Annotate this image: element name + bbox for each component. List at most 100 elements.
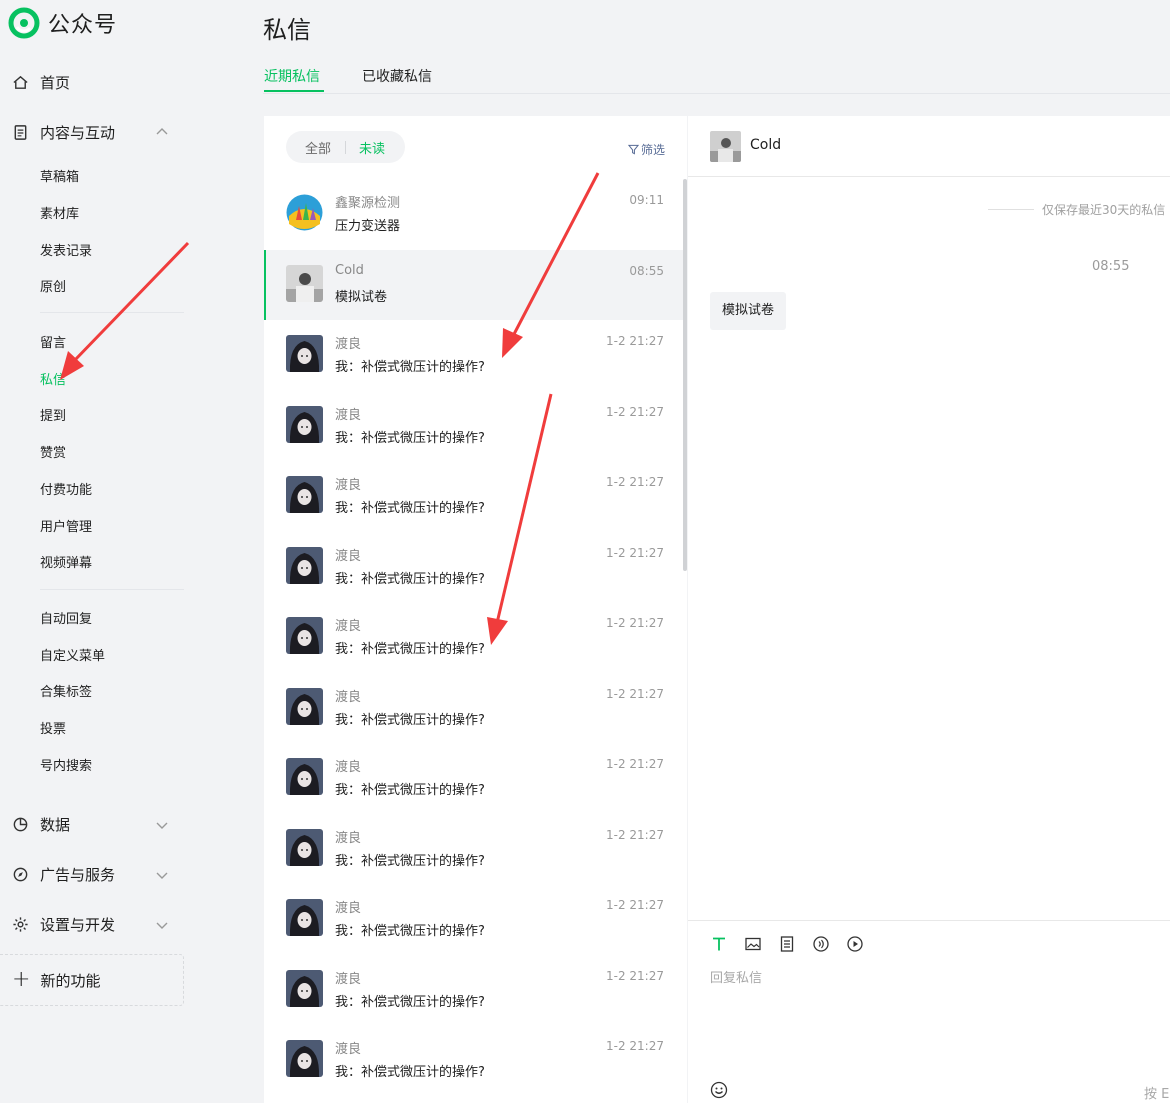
conversation-name: 渡良: [335, 830, 362, 846]
sidebar-item-user-management[interactable]: 用户管理: [40, 516, 92, 535]
conversation-name: Cold: [335, 262, 364, 278]
conversation-item[interactable]: 渡良 我：补偿式微压计的操作? 1-2 21:27: [264, 532, 683, 602]
image-icon[interactable]: [744, 935, 762, 953]
avatar: [286, 828, 323, 866]
conversation-time: 08:55: [629, 263, 664, 278]
chevron-up-icon[interactable]: [156, 126, 168, 138]
sidebar-divider: [40, 589, 184, 590]
avatar: [286, 1040, 323, 1077]
filter-separator: [345, 140, 346, 154]
conversation-item[interactable]: 渡良 我：补偿式微压计的操作? 1-2 21:27: [264, 1025, 683, 1095]
notice-line: [988, 209, 1034, 210]
conversation-item[interactable]: 渡良 我：补偿式微压计的操作? 1-2 21:27: [264, 884, 683, 954]
chevron-down-icon[interactable]: [156, 869, 168, 881]
conversation-item[interactable]: 渡良 我：补偿式微压计的操作? 1-2 21:27: [264, 955, 683, 1025]
conversation-item[interactable]: 渡良我：补偿式微压计的操作? 1-2 21:27: [264, 602, 683, 672]
conversation-preview: 我：补偿式微压计的操作?: [335, 924, 485, 939]
conversation-preview: 我：补偿式微压计的操作?: [335, 501, 485, 516]
conversation-time: 1-2 21:27: [606, 334, 664, 348]
text-icon[interactable]: [710, 935, 728, 953]
filter-button[interactable]: 筛选: [627, 141, 665, 158]
video-icon[interactable]: [846, 935, 864, 953]
filter-unread-option[interactable]: 未读: [359, 138, 385, 157]
sidebar: 公众号 首页 内容与互动 草稿箱 素材库 发表记录 原创 留言 私信 提到 赞赏…: [0, 0, 240, 1103]
conversation-time: 1-2 21:27: [606, 686, 664, 701]
sidebar-item-publish-history[interactable]: 发表记录: [40, 240, 92, 259]
emoji-icon[interactable]: [710, 1081, 728, 1099]
conversation-item[interactable]: 渡良 我：补偿式微压计的操作? 1-2 21:27: [264, 320, 683, 390]
conversation-item[interactable]: 渡良 我：补偿式微压计的操作? 1-2 21:27: [264, 743, 683, 813]
conversation-time: 1-2 21:27: [606, 475, 664, 489]
audio-icon[interactable]: [812, 935, 830, 953]
sidebar-item-comments[interactable]: 留言: [40, 332, 66, 351]
nav-data[interactable]: 数据: [12, 814, 70, 835]
sidebar-item-materials[interactable]: 素材库: [40, 203, 79, 222]
sidebar-item-drafts[interactable]: 草稿箱: [40, 166, 79, 185]
conversation-preview: 我：补偿式微压计的操作?: [335, 853, 485, 869]
avatar: [286, 194, 323, 231]
conversation-time: 1-2 21:27: [606, 545, 664, 560]
conversation-preview: 我：补偿式微压计的操作?: [335, 430, 485, 446]
nav-content-interaction[interactable]: 内容与互动: [12, 122, 115, 143]
conversation-time: 1-2 21:27: [606, 1039, 664, 1053]
avatar: [286, 758, 323, 795]
conversation-name: 渡良: [335, 619, 362, 634]
brand[interactable]: 公众号: [8, 6, 117, 40]
reply-composer: 回复私信 按 Enter 发送: [688, 920, 1170, 1103]
avatar: [286, 405, 323, 443]
avatar: [286, 264, 323, 302]
sidebar-item-vote[interactable]: 投票: [40, 718, 66, 737]
nav-home[interactable]: 首页: [12, 72, 70, 93]
tab-active-indicator: [264, 90, 324, 92]
sidebar-divider: [40, 312, 184, 313]
avatar: [286, 546, 323, 584]
sidebar-item-custom-menu[interactable]: 自定义菜单: [40, 645, 105, 664]
plus-icon: +: [12, 967, 31, 992]
avatar: [286, 899, 323, 936]
conversation-item[interactable]: 渡良 我：补偿式微压计的操作? 1-2 21:27: [264, 461, 683, 531]
home-icon: [13, 75, 28, 89]
sidebar-item-messages[interactable]: 私信: [40, 369, 66, 388]
sidebar-item-appreciation[interactable]: 赞赏: [40, 442, 66, 461]
conversation-preview: 模拟试卷: [335, 289, 388, 305]
tab-recent-messages[interactable]: 近期私信: [264, 66, 320, 86]
sidebar-item-collection-tags[interactable]: 合集标签: [40, 681, 92, 700]
nav-data-label: 数据: [40, 816, 71, 834]
list-scrollbar[interactable]: [683, 179, 687, 571]
sidebar-item-original[interactable]: 原创: [40, 276, 66, 295]
reply-input[interactable]: 回复私信: [710, 967, 762, 986]
tab-bar: 近期私信 已收藏私信: [263, 62, 1170, 94]
chevron-down-icon[interactable]: [156, 819, 168, 831]
compass-icon: [13, 867, 28, 882]
sidebar-item-paid-features[interactable]: 付费功能: [40, 479, 92, 498]
avatar: [286, 617, 323, 654]
conversation-time: 09:11: [629, 193, 664, 207]
tab-starred-messages[interactable]: 已收藏私信: [362, 66, 432, 86]
conversation-item[interactable]: 渡良 我：补偿式微压计的操作? 1-2 21:27: [264, 673, 683, 743]
new-features-button[interactable]: + 新的功能: [0, 954, 184, 1006]
sidebar-item-video-danmaku[interactable]: 视频弹幕: [40, 552, 92, 571]
sidebar-item-mentions[interactable]: 提到: [40, 405, 66, 424]
sidebar-item-auto-reply[interactable]: 自动回复: [40, 608, 92, 627]
conversation-preview: 我：补偿式微压计的操作?: [335, 1065, 485, 1080]
conversation-item[interactable]: 鑫聚源检测 压力变送器 09:11: [264, 179, 683, 249]
conversation-time: 1-2 21:27: [606, 827, 664, 842]
conversation-item[interactable]: 渡良我：补偿式微压计的操作? 1-2 21:27: [264, 814, 683, 884]
nav-ads-services-label: 广告与服务: [40, 866, 116, 884]
conversation-name: 渡良: [335, 548, 362, 564]
retention-notice-text: 仅保存最近30天的私信: [1042, 203, 1166, 217]
filter-all-option[interactable]: 全部: [305, 138, 331, 157]
funnel-icon: [627, 144, 639, 155]
conversation-time: 1-2 21:27: [606, 968, 664, 983]
conversation-time: 1-2 21:27: [606, 616, 664, 630]
nav-settings-dev[interactable]: 设置与开发: [12, 914, 115, 935]
conversation-preview: 我：补偿式微压计的操作?: [335, 642, 485, 657]
conversation-item[interactable]: Cold 模拟试卷 08:55: [264, 249, 683, 320]
chevron-down-icon[interactable]: [156, 919, 168, 931]
conversation-item[interactable]: 渡良 我：补偿式微压计的操作? 1-2 21:27: [264, 391, 683, 461]
document-icon[interactable]: [778, 935, 796, 953]
nav-ads-services[interactable]: 广告与服务: [12, 864, 115, 885]
contact-avatar[interactable]: [710, 131, 741, 162]
conversation-list-panel: 全部 未读 筛选 鑫聚源检测 压力变送器 09:11 Cold 模拟试卷 08:55 渡良我…: [264, 116, 687, 1103]
sidebar-item-search[interactable]: 号内搜索: [40, 755, 92, 774]
